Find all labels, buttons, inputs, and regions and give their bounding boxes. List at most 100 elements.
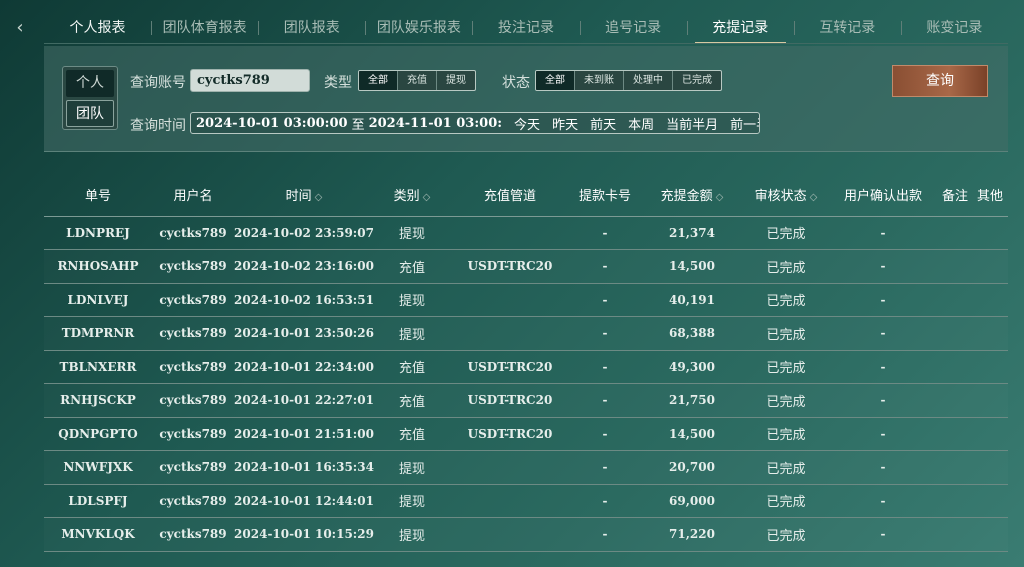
- quick-range-link[interactable]: 前天: [584, 114, 622, 133]
- type-option[interactable]: 充值: [397, 71, 436, 90]
- tab-item[interactable]: 个人报表: [44, 14, 151, 42]
- report-tabs: 个人报表 团队体育报表 团队报表 团队娱乐报表 投注记录 追号记录 充提记录 互转记录 账变记录: [44, 14, 1008, 44]
- amount-cell: 71,220: [640, 517, 744, 552]
- time-start-input[interactable]: 2024-10-01 03:00:00: [191, 116, 348, 131]
- quick-range-link[interactable]: 昨天: [546, 114, 584, 133]
- time-end-input[interactable]: 2024-11-01 03:00:: [369, 116, 502, 131]
- confirm-cell: -: [828, 216, 938, 250]
- status-cell: 已完成: [744, 350, 828, 384]
- tab-item[interactable]: 投注记录: [472, 14, 579, 42]
- time-cell: 2024-10-01 23:50:26: [234, 316, 374, 351]
- amount-cell: 14,500: [640, 249, 744, 284]
- time-cell: 2024-10-01 22:34:00: [234, 350, 374, 384]
- quick-ranges: 今天昨天前天本周当前半月前一半月本月: [508, 114, 759, 133]
- table-row: RNHJSCKP cyctks789 2024-10-01 22:27:01 充值 US…: [44, 383, 1008, 418]
- order-id-cell: NNWFJXK: [44, 450, 152, 485]
- channel-cell: [450, 216, 570, 250]
- account-input[interactable]: cyctks789: [190, 69, 310, 92]
- username-cell: cyctks789: [152, 283, 234, 317]
- username-cell: cyctks789: [152, 417, 234, 451]
- time-cell: 2024-10-02 16:53:51: [234, 283, 374, 317]
- time-cell: 2024-10-01 16:35:34: [234, 450, 374, 485]
- table-row: TDMPRNR cyctks789 2024-10-01 23:50:26 提现 -68…: [44, 316, 1008, 351]
- tab-item[interactable]: 账变记录: [900, 14, 1008, 42]
- column-header[interactable]: 时间 ◇: [234, 174, 374, 217]
- card-cell: -: [570, 249, 640, 284]
- column-header: 充值管道: [450, 174, 570, 217]
- status-option[interactable]: 已完成: [672, 71, 721, 90]
- column-header-label: 用户确认出款: [843, 189, 922, 205]
- status-segmented: 全部 未到账 处理中 已完成: [535, 70, 722, 91]
- time-cell: 2024-10-01 12:44:01: [234, 484, 374, 518]
- quick-range-link[interactable]: 当前半月: [660, 114, 724, 133]
- chevron-left-icon[interactable]: ‹: [12, 18, 28, 38]
- order-id-cell: LDLSPFJ: [44, 484, 152, 518]
- column-header-label: 单号: [84, 189, 111, 205]
- quick-range-link[interactable]: 前一半月: [724, 114, 759, 133]
- time-cell: 2024-10-01 21:51:00: [234, 417, 374, 451]
- order-id-cell: LDNLVEJ: [44, 283, 152, 317]
- time-cell: 2024-10-01 22:27:01: [234, 383, 374, 418]
- quick-range-link[interactable]: 本周: [622, 114, 660, 133]
- sort-icon[interactable]: ◇: [315, 192, 323, 203]
- status-label: 状态: [502, 75, 530, 91]
- sort-icon[interactable]: ◇: [716, 192, 724, 203]
- status-cell: 已完成: [744, 249, 828, 284]
- amount-cell: 14,500: [640, 417, 744, 451]
- category-cell: 提现: [374, 517, 450, 552]
- column-header[interactable]: 类别 ◇: [374, 174, 450, 217]
- table-row: LDNPREJ cyctks789 2024-10-02 23:59:07 提现 -21…: [44, 216, 1008, 250]
- type-option[interactable]: 提现: [436, 71, 475, 90]
- query-button[interactable]: 查询: [892, 65, 988, 97]
- tab-item[interactable]: 充提记录: [686, 14, 794, 44]
- table-body: LDNPREJ cyctks789 2024-10-02 23:59:07 提现 -21…: [44, 216, 1008, 552]
- column-header[interactable]: 审核状态 ◇: [744, 174, 828, 217]
- column-header-label: 备注: [941, 189, 968, 205]
- card-cell: -: [570, 484, 640, 518]
- category-cell: 充值: [374, 383, 450, 418]
- scope-personal-button[interactable]: 个人: [66, 70, 114, 97]
- status-option[interactable]: 全部: [536, 71, 574, 90]
- order-id-cell: RNHOSAHP: [44, 249, 152, 284]
- time-cell: 2024-10-02 23:16:00: [234, 249, 374, 284]
- order-id-cell: MNVKLQK: [44, 517, 152, 552]
- channel-cell: USDT-TRC20: [450, 383, 570, 418]
- status-cell: 已完成: [744, 316, 828, 351]
- column-header-label: 时间: [285, 189, 312, 205]
- category-cell: 充值: [374, 350, 450, 384]
- other-cell: [972, 350, 1008, 384]
- table-header-row: 单号 用户名 时间 ◇ 类别 ◇ 充值管道 提款卡号 充提金额 ◇ 审核状态 ◇ 用户确认出款 备注 其他: [44, 174, 1008, 217]
- quick-range-link[interactable]: 今天: [508, 114, 546, 133]
- channel-cell: [450, 484, 570, 518]
- amount-cell: 69,000: [640, 484, 744, 518]
- scope-team-button[interactable]: 团队: [66, 100, 114, 127]
- column-header: 提款卡号: [570, 174, 640, 217]
- column-header: 单号: [44, 174, 152, 217]
- records-table: 单号 用户名 时间 ◇ 类别 ◇ 充值管道 提款卡号 充提金额 ◇ 审核状态 ◇ 用户确认出款 备注 其他 …: [44, 174, 1008, 552]
- status-cell: 已完成: [744, 484, 828, 518]
- status-option[interactable]: 未到账: [574, 71, 623, 90]
- type-option[interactable]: 全部: [359, 71, 397, 90]
- tab-item[interactable]: 团队娱乐报表: [365, 14, 472, 42]
- tab-item[interactable]: 追号记录: [579, 14, 687, 42]
- sort-icon[interactable]: ◇: [423, 192, 431, 203]
- status-option[interactable]: 处理中: [623, 71, 672, 90]
- table-row: LDLSPFJ cyctks789 2024-10-01 12:44:01 提现 -69…: [44, 484, 1008, 518]
- filter-panel: 个人 团队 查询账号 cyctks789 类型 全部 充值 提现 状态 全部 未到账处…: [44, 46, 1008, 152]
- time-separator: 至: [351, 117, 365, 133]
- table-row: RNHOSAHP cyctks789 2024-10-02 23:16:00 充值 US…: [44, 249, 1008, 284]
- amount-cell: 20,700: [640, 450, 744, 485]
- note-cell: [938, 350, 972, 384]
- tab-item[interactable]: 团队体育报表: [151, 14, 258, 42]
- confirm-cell: -: [828, 450, 938, 485]
- username-cell: cyctks789: [152, 517, 234, 552]
- column-header[interactable]: 充提金额 ◇: [640, 174, 744, 217]
- tab-item[interactable]: 团队报表: [258, 14, 365, 42]
- tab-item[interactable]: 互转记录: [793, 14, 901, 42]
- card-cell: -: [570, 517, 640, 552]
- status-cell: 已完成: [744, 283, 828, 317]
- type-segmented: 全部 充值 提现: [358, 70, 476, 91]
- sort-icon[interactable]: ◇: [810, 192, 818, 203]
- column-header-label: 审核状态: [754, 189, 807, 205]
- status-cell: 已完成: [744, 417, 828, 451]
